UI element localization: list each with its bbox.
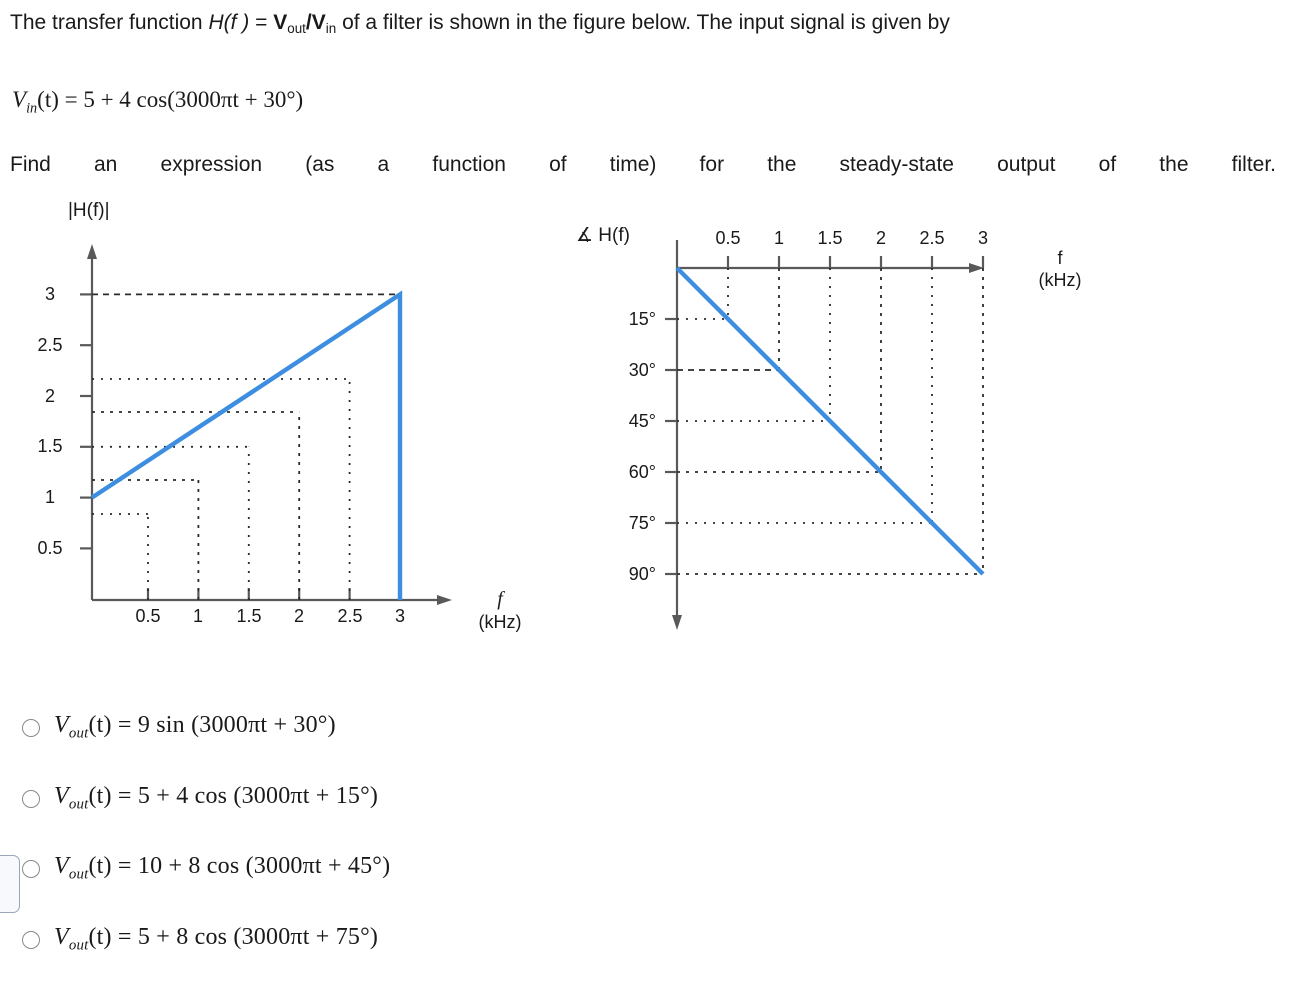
phase-xtick-0: 0.5 (715, 228, 741, 248)
phase-xtick-5: 3 (977, 228, 988, 248)
magnitude-ytick-5: 3 (44, 284, 55, 304)
option-2-v: V (54, 853, 69, 879)
magnitude-xtick-4: 2.5 (337, 606, 363, 626)
option-2-expression: (t) = 10 + 8 cos (3000πt + 45°) (88, 853, 391, 879)
vout-symbol: V (273, 11, 288, 34)
magnitude-x-axis-label: f (497, 588, 503, 610)
phase-xtick-1: 1 (773, 228, 784, 248)
phase-response-chart: ∡ H(f) 15° 30° 45° 60° 75° 90° 0.5 1 1.5… (560, 206, 1180, 636)
clipped-side-panel[interactable] (0, 855, 20, 913)
input-signal-expression: (t) = 5 + 4 cos(3000πt + 30°) (37, 87, 304, 112)
answer-option-1[interactable]: Vout(t) = 5 + 4 cos (3000πt + 15°) (22, 783, 378, 814)
option-3-subscript: out (68, 937, 89, 954)
vin-subscript: in (325, 20, 337, 36)
prompt-equals: = (249, 11, 274, 34)
option-1-v: V (54, 783, 69, 809)
option-1-expression: (t) = 5 + 4 cos (3000πt + 15°) (88, 783, 379, 809)
magnitude-xtick-5: 3 (394, 606, 405, 626)
magnitude-ytick-2: 1.5 (37, 436, 63, 456)
answer-option-3-text: Vout(t) = 5 + 8 cos (3000πt + 75°) (54, 924, 378, 955)
input-signal-v: V (12, 87, 27, 112)
radio-button-icon[interactable] (22, 719, 40, 737)
magnitude-xtick-0: 0.5 (135, 606, 161, 626)
phase-ytick-1: 30° (628, 360, 656, 380)
answer-option-1-text: Vout(t) = 5 + 4 cos (3000πt + 15°) (54, 783, 378, 814)
option-0-v: V (54, 712, 69, 738)
phase-xtick-2: 1.5 (817, 228, 843, 248)
option-3-v: V (54, 924, 69, 950)
answer-option-0[interactable]: Vout(t) = 9 sin (3000πt + 30°) (22, 712, 336, 743)
option-2-subscript: out (68, 866, 89, 883)
radio-button-icon[interactable] (22, 860, 40, 878)
option-3-expression: (t) = 5 + 8 cos (3000πt + 75°) (88, 924, 379, 950)
option-0-subscript: out (68, 725, 89, 742)
question-prompt: The transfer function H(f ) = Vout/Vin o… (10, 10, 950, 38)
phase-ytick-0: 15° (628, 309, 656, 329)
radio-button-icon[interactable] (22, 931, 40, 949)
question-instruction: Find an expression (as a function of tim… (10, 153, 1276, 176)
magnitude-x-axis-unit: (kHz) (478, 612, 522, 632)
magnitude-xtick-1: 1 (192, 606, 203, 626)
option-1-subscript: out (68, 796, 89, 813)
prompt-text-part-1: The transfer function (10, 11, 209, 34)
magnitude-plot-svg (80, 244, 452, 605)
phase-x-axis-unit: (kHz) (1038, 270, 1082, 290)
phase-ytick-4: 75° (628, 513, 656, 533)
input-signal-equation: Vin(t) = 5 + 4 cos(3000πt + 30°) (12, 86, 303, 118)
answer-option-2-text: Vout(t) = 10 + 8 cos (3000πt + 45°) (54, 853, 390, 884)
transfer-function-symbol: H(f ) (208, 11, 250, 34)
vin-symbol: V (311, 11, 326, 34)
magnitude-xtick-3: 2 (293, 606, 304, 626)
option-0-expression: (t) = 9 sin (3000πt + 30°) (88, 712, 336, 738)
magnitude-ytick-0: 0.5 (37, 538, 63, 558)
vout-subscript: out (287, 20, 306, 36)
input-signal-subscript: in (26, 100, 38, 117)
phase-xtick-3: 2 (875, 228, 886, 248)
radio-button-icon[interactable] (22, 790, 40, 808)
prompt-text-part-2: of a filter is shown in the figure below… (336, 11, 950, 34)
answer-option-2[interactable]: Vout(t) = 10 + 8 cos (3000πt + 45°) (22, 853, 390, 884)
phase-xtick-4: 2.5 (919, 228, 945, 248)
phase-x-axis-label: f (1057, 248, 1063, 268)
phase-ytick-3: 60° (628, 462, 656, 482)
answer-option-0-text: Vout(t) = 9 sin (3000πt + 30°) (54, 712, 336, 743)
magnitude-response-chart: |H(f)| 0.5 1 1.5 2 2.5 3 0.5 1 1.5 2 2.5… (0, 196, 560, 646)
answer-option-3[interactable]: Vout(t) = 5 + 8 cos (3000πt + 75°) (22, 924, 378, 955)
magnitude-ytick-4: 2.5 (37, 335, 63, 355)
magnitude-xtick-2: 1.5 (236, 606, 262, 626)
magnitude-ytick-1: 1 (44, 487, 55, 507)
phase-ytick-2: 45° (628, 411, 656, 431)
phase-ytick-5: 90° (628, 564, 656, 584)
magnitude-ytick-3: 2 (44, 386, 55, 406)
